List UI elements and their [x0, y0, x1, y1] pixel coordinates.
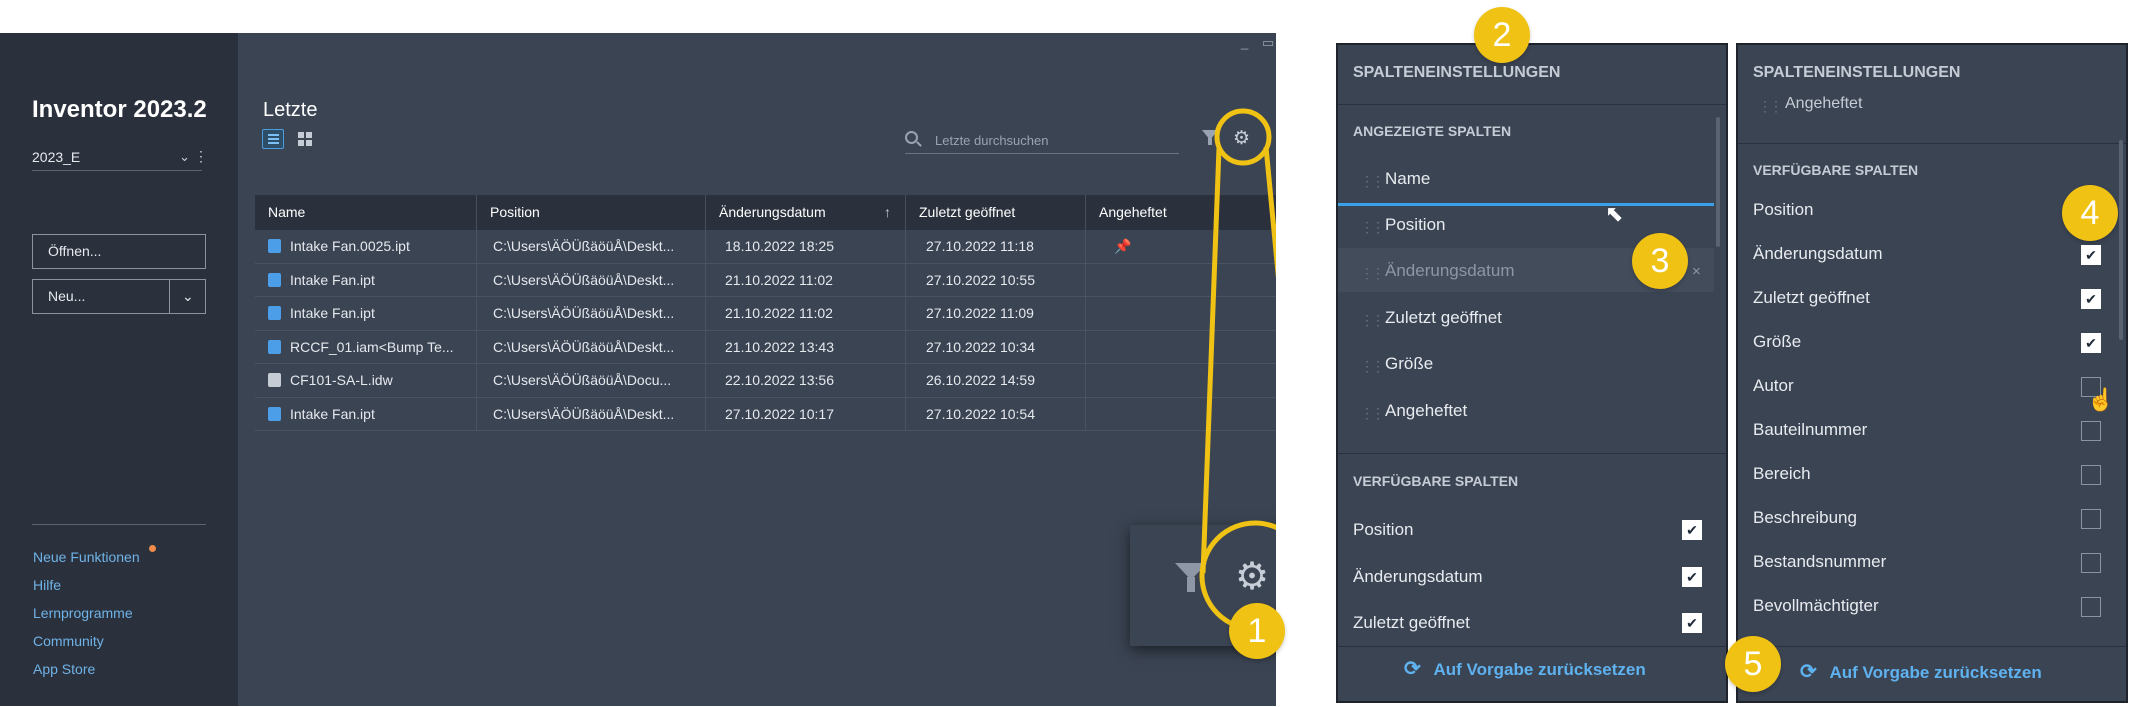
shown-columns-header: ANGEZEIGTE SPALTEN: [1353, 123, 1512, 139]
refresh-icon: ⟳: [1800, 661, 1817, 683]
panel-title: SPALTENEINSTELLUNGEN: [1353, 64, 1561, 81]
callout-badge-2: 2: [1474, 7, 1530, 63]
drag-handle-icon[interactable]: ⋮⋮: [1360, 173, 1385, 190]
drag-handle-icon[interactable]: ⋮⋮: [1360, 312, 1385, 329]
available-column-opened: Zuletzt geöffnet: [1353, 613, 1470, 632]
reset-label: Auf Vorgabe zurücksetzen: [1829, 663, 2042, 682]
inventor-home-window: Inventor 2023.2 2023_E ⌄ ⋮ Öffnen... Neu…: [0, 33, 1276, 706]
drag-handle-icon[interactable]: ⋮⋮: [1360, 265, 1385, 282]
shown-column-name[interactable]: Name: [1385, 169, 1430, 189]
available-columns-header: VERFÜGBARE SPALTEN: [1353, 473, 1519, 489]
available-column-item: Bereich: [1753, 464, 1811, 483]
checkbox-opened[interactable]: ✔: [1682, 613, 1702, 633]
column-checkbox[interactable]: [2081, 553, 2101, 573]
shown-column-position[interactable]: Position: [1385, 215, 1445, 235]
cursor-hand-icon: ☝: [2087, 387, 2115, 412]
column-checkbox[interactable]: [2081, 597, 2101, 617]
shown-column-pinned: Angeheftet: [1785, 95, 1863, 112]
reset-defaults-button[interactable]: ⟳ Auf Vorgabe zurücksetzen: [1800, 659, 2042, 684]
available-column-item: Änderungsdatum: [1753, 244, 1883, 263]
shown-column-pinned[interactable]: Angeheftet: [1385, 401, 1467, 421]
column-checkbox[interactable]: [2081, 421, 2101, 441]
cursor-arrow-icon: ⬉: [1605, 201, 1624, 226]
reset-defaults-button[interactable]: ⟳ Auf Vorgabe zurücksetzen: [1404, 656, 1646, 681]
drag-handle-icon[interactable]: ⋮⋮: [1360, 358, 1385, 375]
available-column-item: Beschreibung: [1753, 508, 1857, 527]
drag-handle-icon[interactable]: ⋮⋮: [1360, 219, 1385, 236]
callout-badge-1: 1: [1229, 603, 1285, 659]
panel-title: SPALTENEINSTELLUNGEN: [1753, 64, 1961, 81]
column-checkbox[interactable]: [2081, 509, 2101, 529]
checkbox-position[interactable]: ✔: [1682, 520, 1702, 540]
checkbox-modified[interactable]: ✔: [1682, 567, 1702, 587]
column-checkbox[interactable]: ✔: [2081, 333, 2101, 353]
remove-icon[interactable]: ×: [1692, 263, 1701, 280]
available-column-modified: Änderungsdatum: [1353, 567, 1483, 586]
available-columns-header: VERFÜGBARE SPALTEN: [1753, 162, 1919, 178]
scrollbar[interactable]: [2119, 140, 2123, 340]
shown-column-opened[interactable]: Zuletzt geöffnet: [1385, 308, 1502, 328]
callout-badge-5: 5: [1725, 636, 1781, 692]
available-column-item: Größe: [1753, 332, 1802, 351]
available-column-item: Autor: [1753, 376, 1794, 395]
available-column-item: Zuletzt geöffnet: [1753, 288, 1870, 307]
available-column-position: Position: [1353, 520, 1414, 539]
available-column-item: Bauteilnummer: [1753, 420, 1868, 439]
reset-label: Auf Vorgabe zurücksetzen: [1433, 660, 1646, 679]
refresh-icon: ⟳: [1404, 658, 1421, 680]
callout-badge-3: 3: [1632, 233, 1688, 289]
column-checkbox[interactable]: [2081, 465, 2101, 485]
column-settings-panel-1: SPALTENEINSTELLUNGEN ANGEZEIGTE SPALTEN …: [1336, 43, 1728, 703]
column-settings-panel-2: SPALTENEINSTELLUNGEN ⋮⋮ Angeheftet VERFÜ…: [1736, 43, 2128, 703]
drag-handle-icon[interactable]: ⋮⋮: [1360, 405, 1385, 422]
shown-column-size[interactable]: Größe: [1385, 354, 1433, 374]
callout-connector: [1199, 108, 1276, 632]
scrollbar[interactable]: [1716, 117, 1720, 247]
drag-handle-icon: ⋮⋮: [1758, 98, 1783, 114]
shown-column-modified[interactable]: Änderungsdatum: [1385, 261, 1514, 281]
column-checkbox[interactable]: ✔: [2081, 289, 2101, 309]
available-column-item: Bevollmächtigter: [1753, 596, 1879, 615]
callout-badge-4: 4: [2062, 185, 2118, 241]
column-checkbox[interactable]: ✔: [2081, 245, 2101, 265]
available-column-item: Position: [1753, 200, 1814, 219]
available-column-item: Bestandsnummer: [1753, 552, 1887, 571]
drop-indicator: [1338, 203, 1714, 206]
